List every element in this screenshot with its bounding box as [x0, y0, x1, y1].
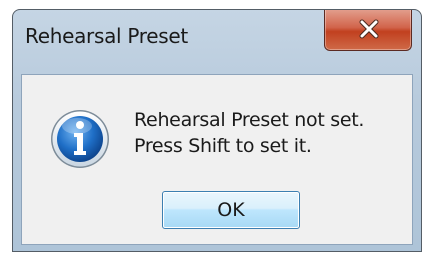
- close-button[interactable]: [324, 10, 412, 51]
- message-line-1: Rehearsal Preset not set.: [134, 109, 365, 131]
- message-text: Rehearsal Preset not set. Press Shift to…: [134, 107, 364, 159]
- rehearsal-preset-dialog: Rehearsal Preset Rehearsal Preset not se…: [12, 9, 422, 252]
- information-icon: [51, 110, 109, 168]
- message-line-2: Press Shift to set it.: [134, 135, 312, 157]
- dialog-body: Rehearsal Preset not set. Press Shift to…: [21, 74, 413, 245]
- title-bar[interactable]: Rehearsal Preset: [13, 10, 421, 74]
- close-icon: [359, 19, 379, 39]
- ok-button[interactable]: OK: [162, 191, 300, 229]
- dialog-title: Rehearsal Preset: [25, 24, 188, 48]
